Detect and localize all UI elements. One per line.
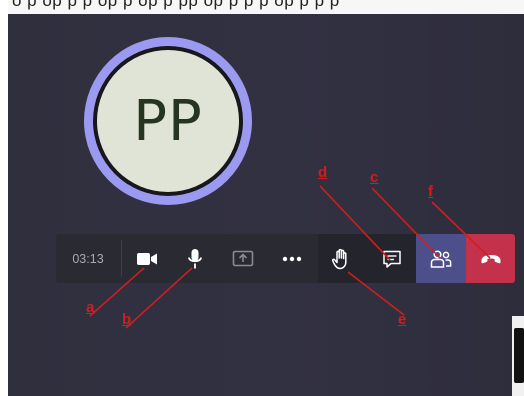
share-screen-icon <box>232 250 254 268</box>
video-camera-icon <box>136 251 158 267</box>
annotation-label-b: b <box>122 311 132 328</box>
participants-button[interactable] <box>416 234 466 283</box>
avatar-initials: PP <box>133 88 203 154</box>
call-timer: 03:13 <box>72 251 104 266</box>
avatar: PP <box>97 50 239 192</box>
annotation-label-d: d <box>318 164 328 181</box>
annotation-label-a: a <box>86 299 95 316</box>
microphone-icon <box>187 248 203 270</box>
left-margin <box>0 0 8 396</box>
people-icon <box>430 249 452 269</box>
share-screen-button[interactable] <box>220 234 266 283</box>
meeting-stage <box>0 0 524 396</box>
annotation-label-e: e <box>398 311 407 328</box>
top-strip-text: o p op p p op p op p pp op p p p op p p … <box>12 0 340 10</box>
more-options-button[interactable] <box>268 234 316 283</box>
top-text-strip: o p op p p op p op p pp op p p p op p p … <box>0 0 524 14</box>
raise-hand-button[interactable] <box>318 234 366 283</box>
self-view-thumbnail[interactable] <box>512 316 524 396</box>
self-view-image <box>514 328 524 383</box>
camera-button[interactable] <box>122 234 172 283</box>
annotation-label-f: f <box>428 183 433 200</box>
raise-hand-icon <box>332 248 352 270</box>
hang-up-button[interactable] <box>466 234 515 283</box>
microphone-button[interactable] <box>172 234 218 283</box>
more-options-icon <box>282 256 302 262</box>
chat-icon <box>382 249 402 269</box>
chat-button[interactable] <box>368 234 416 283</box>
annotation-label-c: c <box>370 169 379 186</box>
hang-up-icon <box>480 253 502 265</box>
